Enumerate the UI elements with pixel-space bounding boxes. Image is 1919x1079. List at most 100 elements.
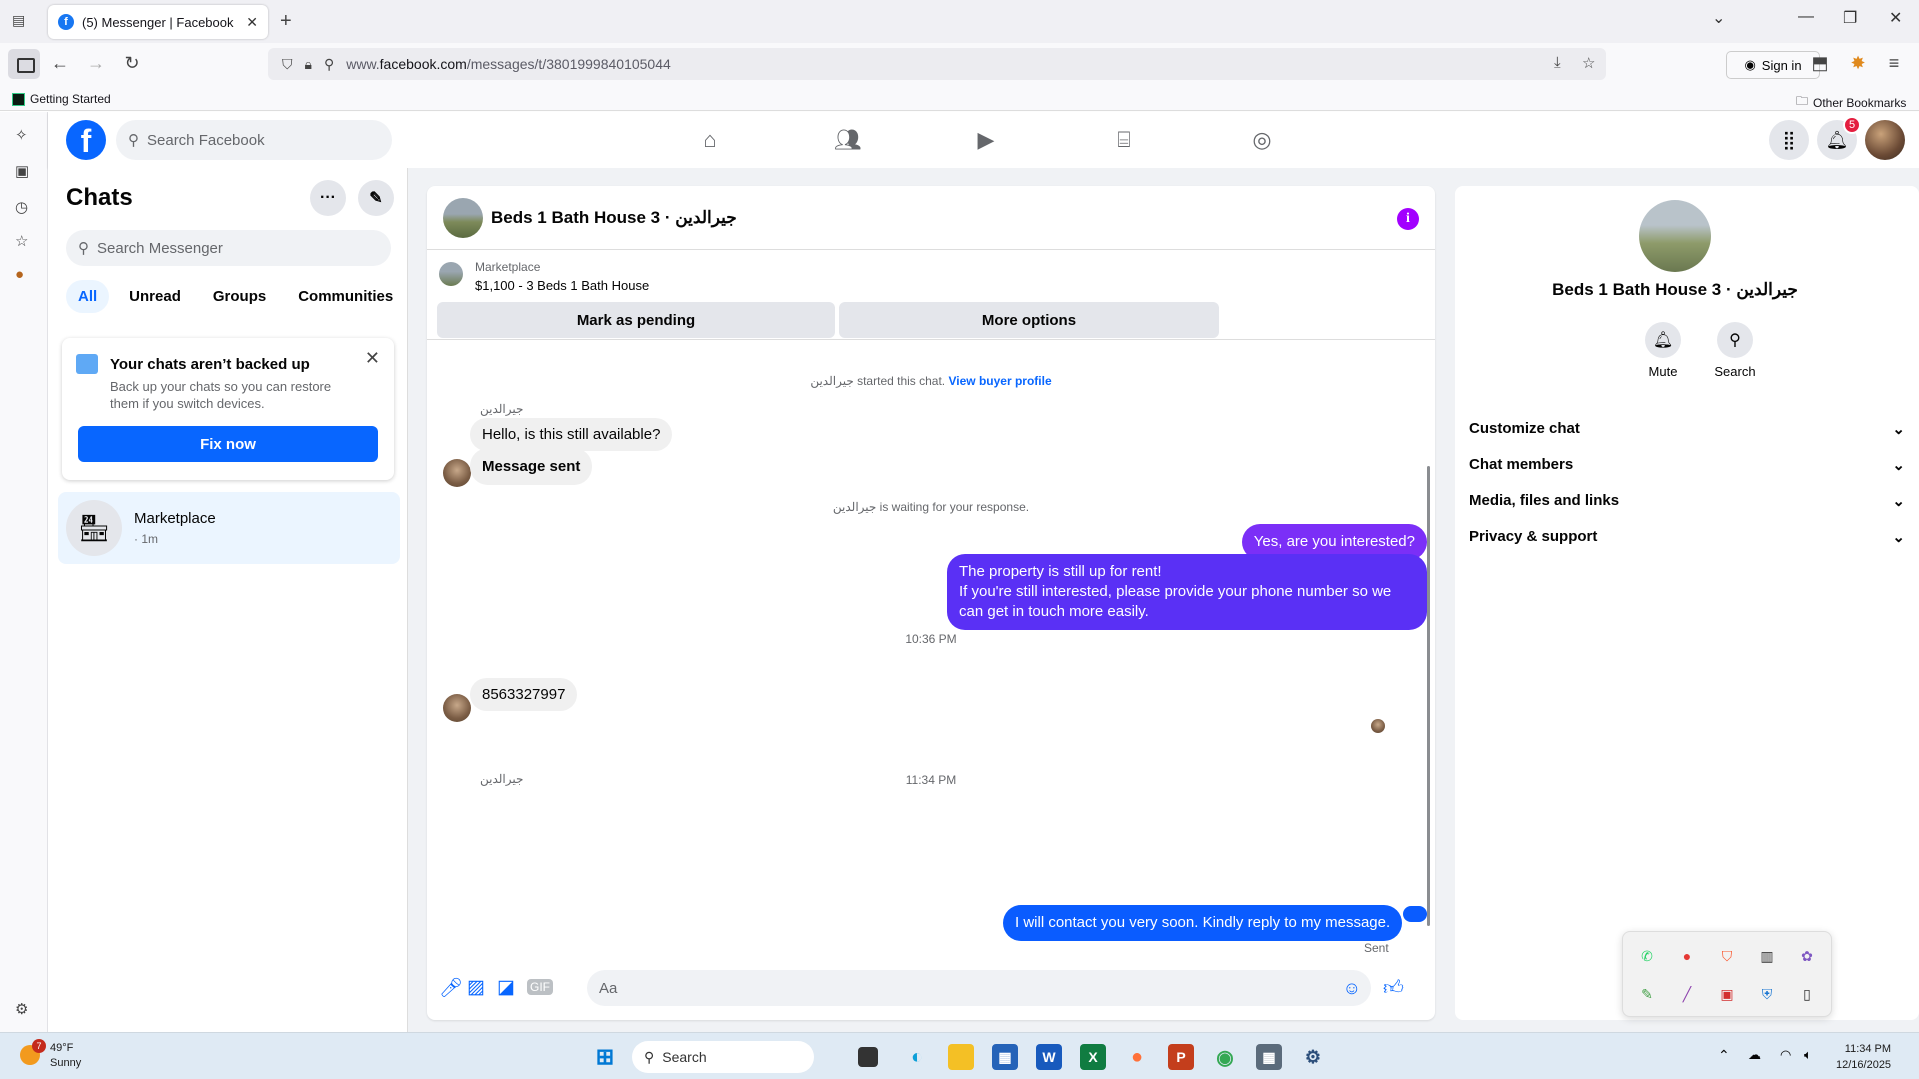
message-bubble-incoming[interactable]: 8563327997 (470, 678, 578, 711)
video-icon[interactable]: ▶ (970, 124, 1002, 156)
brave-icon[interactable]: ⛉ (1717, 946, 1737, 966)
message-bubble-incoming[interactable]: Message sent (470, 448, 593, 485)
acrobat-icon[interactable]: ▣ (1717, 984, 1737, 1004)
onedrive-offline-icon[interactable]: ☁ (1748, 1047, 1761, 1063)
excel-icon[interactable]: X (1080, 1044, 1106, 1070)
profile-avatar[interactable] (1865, 120, 1905, 160)
sidebar-toggle-icon[interactable] (8, 49, 40, 79)
section-customize-chat[interactable]: Customize chat ⌄ (1469, 420, 1905, 438)
fix-now-button[interactable]: Fix now (78, 426, 378, 462)
notifications-bell-icon[interactable]: 🔔︎ 5 (1817, 116, 1861, 160)
weather-widget[interactable]: 7 49°F Sunny (20, 1039, 81, 1071)
menu-icon[interactable]: ≡ (1882, 53, 1906, 74)
listing-title[interactable]: $1,100 - 3 Beds 1 Bath House (475, 278, 649, 293)
pen-icon[interactable]: ╱ (1677, 984, 1697, 1004)
minimize-icon[interactable]: — (1798, 8, 1814, 26)
messages-scrollbar[interactable] (1427, 466, 1430, 926)
back-icon[interactable]: ← (48, 53, 72, 74)
word-icon[interactable]: W (1036, 1044, 1062, 1070)
groups-icon[interactable]: ◎ (1246, 124, 1278, 156)
taskbar-search[interactable]: ⚲ Search (632, 1041, 814, 1073)
chats-options-button[interactable]: ··· (310, 180, 346, 216)
tab-list-icon[interactable]: ▤ (12, 12, 25, 29)
file-explorer-icon[interactable] (948, 1044, 974, 1070)
whatsapp-icon[interactable]: ✆ (1637, 946, 1657, 966)
facebook-search-input[interactable]: ⚲ Search Facebook (116, 120, 392, 160)
ai-chatbot-icon[interactable]: ✧ (15, 126, 28, 144)
section-privacy-support[interactable]: Privacy & support ⌄ (1469, 528, 1905, 546)
lock-icon[interactable]: 🔒︎ (305, 56, 312, 73)
info-icon[interactable]: i (1397, 208, 1419, 230)
extensions-icon[interactable]: ⬒ (1808, 53, 1832, 74)
url-bar[interactable]: ⛉ 🔒︎ ⚲ www. facebook.com/messages/t/38019… (268, 48, 1606, 80)
message-bubble-outgoing[interactable]: I will contact you very soon. Kindly rep… (1003, 905, 1403, 941)
sign-in-button[interactable]: ◉ Sign in (1726, 51, 1820, 79)
close-icon[interactable]: ✕ (365, 348, 380, 369)
section-media-files-links[interactable]: Media, files and links ⌄ (1469, 492, 1905, 510)
sender-avatar[interactable] (443, 694, 471, 722)
filter-communities[interactable]: Communities (286, 280, 405, 313)
sender-avatar[interactable] (443, 459, 471, 487)
tab-close-icon[interactable]: ✕ (246, 14, 258, 31)
conversation-avatar[interactable] (443, 198, 483, 238)
message-bubble-incoming[interactable]: Hello, is this still available? (470, 418, 673, 451)
filter-groups[interactable]: Groups (201, 280, 278, 313)
other-bookmarks[interactable]: 🗀 Other Bookmarks (1796, 92, 1906, 113)
close-window-icon[interactable]: ✕ (1889, 8, 1902, 28)
mute-button[interactable]: 🔔︎ Mute (1633, 322, 1693, 379)
view-buyer-profile-link[interactable]: View buyer profile (949, 374, 1052, 388)
history-icon[interactable]: ◷ (15, 198, 28, 216)
app-icon[interactable]: ⚙ (1300, 1044, 1326, 1070)
message-bubble-outgoing[interactable]: The property is still up for rent! If yo… (947, 554, 1427, 630)
chrome-color-icon[interactable]: ● (1677, 946, 1697, 966)
chrome-icon[interactable]: ◉ (1212, 1044, 1238, 1070)
menu-grid-icon[interactable]: ⣿ (1769, 120, 1809, 160)
settings-gear-icon[interactable]: ⚙ (15, 1000, 28, 1018)
reload-icon[interactable]: ↻ (120, 53, 144, 74)
section-chat-members[interactable]: Chat members ⌄ (1469, 456, 1905, 474)
search-in-chat-button[interactable]: ⚲ Search (1705, 322, 1765, 379)
browser-tab-messenger[interactable]: f (5) Messenger | Facebook ✕ (48, 5, 268, 39)
new-message-button[interactable]: ✎ (358, 180, 394, 216)
conversation-title[interactable]: Beds 1 Bath House 3 · جيرالدين (491, 208, 737, 228)
app-tray-icon[interactable]: ✎ (1637, 984, 1657, 1004)
friends-icon[interactable]: 👥︎ (832, 124, 864, 156)
conversation-list-item[interactable]: 🏪︎ Marketplace · 1m (58, 492, 400, 564)
emoji-icon[interactable]: ☺ (1343, 978, 1361, 999)
cookie-icon[interactable]: ● (15, 266, 24, 283)
facebook-logo-icon[interactable]: f (66, 120, 106, 160)
more-options-button[interactable]: More options (839, 302, 1219, 338)
bookmark-star-icon[interactable]: ☆ (1582, 54, 1595, 72)
edge-icon[interactable]: ◐ (904, 1044, 930, 1070)
list-all-tabs-icon[interactable]: ⌄ (1712, 8, 1725, 28)
chat-info-avatar[interactable] (1639, 200, 1711, 272)
microphone-icon[interactable]: 🎤︎ (439, 976, 463, 1000)
filter-all[interactable]: All (66, 280, 110, 313)
bookmark-getting-started[interactable]: Getting Started (12, 92, 111, 106)
show-hidden-icons-chevron-icon[interactable]: ⌃ (1718, 1047, 1730, 1064)
mark-as-pending-button[interactable]: Mark as pending (437, 302, 835, 338)
copilot-icon[interactable]: ✿ (1797, 946, 1817, 966)
home-icon[interactable]: ⌂ (694, 124, 726, 156)
gif-icon[interactable]: GIF (527, 979, 553, 995)
security-icon[interactable]: ⛨ (1757, 984, 1777, 1004)
message-bubble-outgoing-last[interactable] (1403, 906, 1427, 922)
windows-start-icon[interactable]: ⊞ (592, 1044, 618, 1070)
shield-icon[interactable]: ⛉ (282, 56, 293, 73)
wifi-icon[interactable]: ◠ (1780, 1047, 1791, 1063)
task-view-icon[interactable] (858, 1047, 878, 1067)
filter-unread[interactable]: Unread (117, 280, 193, 313)
bookmarks-icon[interactable]: ☆ (15, 232, 28, 250)
extension-fox-icon[interactable]: ✸ (1846, 53, 1870, 74)
marketplace-icon[interactable]: ⌸ (1108, 124, 1140, 156)
system-clock[interactable]: 11:34 PM 12/16/2025 (1836, 1041, 1891, 1073)
permissions-icon[interactable]: ⚲ (324, 56, 334, 73)
usb-eject-icon[interactable]: ▯ (1797, 984, 1817, 1004)
new-tab-icon[interactable]: + (280, 10, 292, 33)
messenger-search-input[interactable]: ⚲ Search Messenger (66, 230, 391, 266)
save-to-pocket-icon[interactable]: ⤓ (1554, 54, 1561, 71)
forward-icon[interactable]: → (84, 53, 108, 74)
usb-device-icon[interactable]: ▥ (1757, 946, 1777, 966)
synced-tabs-icon[interactable]: ▣ (15, 162, 29, 180)
firefox-icon[interactable]: ● (1124, 1044, 1150, 1070)
